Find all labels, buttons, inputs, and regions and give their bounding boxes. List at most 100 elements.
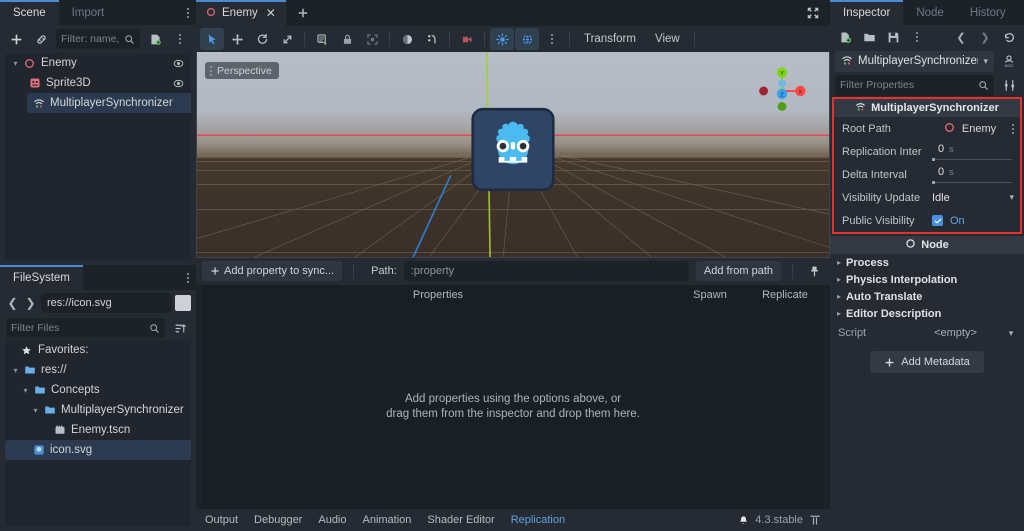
inspector-tools-button[interactable] [907,27,927,47]
add-node-button[interactable] [6,29,26,49]
scene-tree-menu-button[interactable] [170,29,190,49]
preview-sun-button[interactable] [490,28,514,50]
select-mode-button[interactable] [200,28,224,50]
scene-tree[interactable]: ▾ Enemy Sprite3D MultiplayerSynchronizer [5,53,191,260]
delta-interval-slider[interactable]: 0 s [932,166,1014,184]
property-value-public-visibility[interactable]: On [932,215,1014,227]
bell-icon[interactable] [738,515,749,526]
tab-filesystem[interactable]: FileSystem [0,265,83,290]
inspector-filter-input[interactable]: Filter Properties [835,74,994,96]
inspector-object-selector[interactable]: MultiplayerSynchronizer ▾ [835,50,994,72]
viewport-menu-button[interactable] [540,28,564,50]
bottom-tab-replication[interactable]: Replication [511,514,565,526]
scene-filter-input[interactable]: Filter: name, t:t [56,29,140,49]
scene-dock-menu-button[interactable] [180,0,196,25]
3d-viewport[interactable]: Perspective Y X Z [196,52,830,258]
filesystem-row-icon-svg[interactable]: icon.svg [5,440,191,460]
section-process[interactable]: ▸ Process [830,254,1024,271]
scale-mode-button[interactable] [275,28,299,50]
preview-environment-button[interactable] [515,28,539,50]
section-editor-description[interactable]: ▸ Editor Description [830,305,1024,322]
tab-node[interactable]: Node [903,0,957,25]
add-metadata-button[interactable]: Add Metadata [870,351,984,373]
visibility-eye-icon[interactable] [171,78,185,89]
view-menu[interactable]: View [646,28,689,50]
close-icon[interactable]: ✕ [266,6,276,20]
visibility-update-dropdown[interactable]: Idle ▾ [932,192,1014,204]
viewport-axis-gizmo[interactable]: Y X Z [753,62,811,120]
property-value-visibility-update[interactable]: Idle ▾ [932,192,1014,204]
camera-preview-button[interactable] [455,28,479,50]
tab-history[interactable]: History [956,0,1019,25]
chevron-down-icon[interactable]: ▾ [1003,328,1019,339]
filesystem-row-res[interactable]: ▾ res:// [5,360,191,380]
filesystem-row-multiplayersynchronizer[interactable]: ▾ MultiplayerSynchronizer [5,400,191,420]
filesystem-menu-button[interactable] [180,265,196,290]
bottom-tab-audio[interactable]: Audio [318,514,346,526]
transform-menu[interactable]: Transform [575,28,645,50]
add-from-path-button[interactable]: Add from path [695,261,781,281]
vertical-dots-icon[interactable] [1012,123,1014,134]
filesystem-row-favorites[interactable]: Favorites: [5,340,191,360]
chevron-down-icon[interactable]: ▾ [9,59,22,68]
nav-forward-button[interactable]: ❯ [23,293,38,313]
bottom-tab-animation[interactable]: Animation [363,514,412,526]
chevron-down-icon[interactable]: ▾ [19,386,32,395]
bottom-tab-debugger[interactable]: Debugger [254,514,302,526]
load-resource-button[interactable] [859,27,879,47]
node-path-picker[interactable]: Enemy [932,122,1008,136]
filesystem-path-field[interactable]: res://icon.svg [41,293,172,313]
new-resource-button[interactable] [835,27,855,47]
scene-tree-row-sprite3d[interactable]: Sprite3D [5,73,191,93]
add-scene-tab-button[interactable] [286,0,320,26]
filesystem-sort-button[interactable] [170,318,190,338]
replication-empty-state[interactable]: Add properties using the options above, … [202,304,824,509]
property-value-root-path[interactable]: Enemy [932,122,1014,136]
tab-scene[interactable]: Scene [0,0,59,25]
inspector-back-button[interactable]: ❮ [951,27,971,47]
section-auto-translate[interactable]: ▸ Auto Translate [830,288,1024,305]
inspector-menu-button[interactable] [1019,0,1024,25]
chevron-down-icon[interactable]: ▾ [29,406,42,415]
public-visibility-checkbox[interactable] [932,215,943,226]
replication-path-input[interactable]: :property [403,261,689,281]
filesystem-filter-input[interactable]: Filter Files [6,318,165,338]
property-value-replication-interval[interactable]: 0 s [932,143,1014,161]
list-select-button[interactable] [310,28,334,50]
lock-selection-button[interactable] [335,28,359,50]
bottom-tab-shader-editor[interactable]: Shader Editor [427,514,494,526]
distraction-free-button[interactable] [796,0,830,26]
chevron-down-icon[interactable]: ▾ [9,366,22,375]
filesystem-row-concepts[interactable]: ▾ Concepts [5,380,191,400]
filesystem-row-enemy-tscn[interactable]: Enemy.tscn [5,420,191,440]
group-selection-button[interactable] [360,28,384,50]
add-property-to-sync-button[interactable]: Add property to sync... [202,261,343,281]
scene-tree-row-enemy[interactable]: ▾ Enemy [5,53,191,73]
nav-back-button[interactable]: ❮ [5,293,20,313]
section-physics-interpolation[interactable]: ▸ Physics Interpolation [830,271,1024,288]
slider-knob[interactable] [932,180,935,184]
property-value-delta-interval[interactable]: 0 s [932,166,1014,184]
open-documentation-button[interactable]: DOC [999,51,1019,71]
filesystem-tree[interactable]: Favorites: ▾ res:// ▾ Concepts ▾ Multipl… [5,340,191,526]
tab-import[interactable]: Import [58,0,118,25]
save-resource-button[interactable] [883,27,903,47]
bottom-tab-output[interactable]: Output [205,514,238,526]
viewport-perspective-chip[interactable]: Perspective [205,62,279,79]
rotate-mode-button[interactable] [250,28,274,50]
visibility-eye-icon[interactable] [171,58,185,69]
script-value[interactable]: <empty> [908,327,1003,339]
snap-mode-button[interactable] [420,28,444,50]
expand-bottom-icon[interactable] [809,514,821,526]
inspector-history-button[interactable] [999,27,1019,47]
replication-interval-slider[interactable]: 0 s [932,143,1014,161]
pin-replication-button[interactable] [804,261,824,281]
scene-tree-row-multiplayersynchronizer[interactable]: MultiplayerSynchronizer [27,93,191,113]
slider-knob[interactable] [932,157,935,161]
inspector-forward-button[interactable]: ❯ [975,27,995,47]
attach-script-button[interactable] [145,29,165,49]
inspector-settings-button[interactable] [999,75,1019,95]
scene-tab-enemy[interactable]: Enemy ✕ [196,0,286,26]
move-mode-button[interactable] [225,28,249,50]
local-space-button[interactable] [395,28,419,50]
